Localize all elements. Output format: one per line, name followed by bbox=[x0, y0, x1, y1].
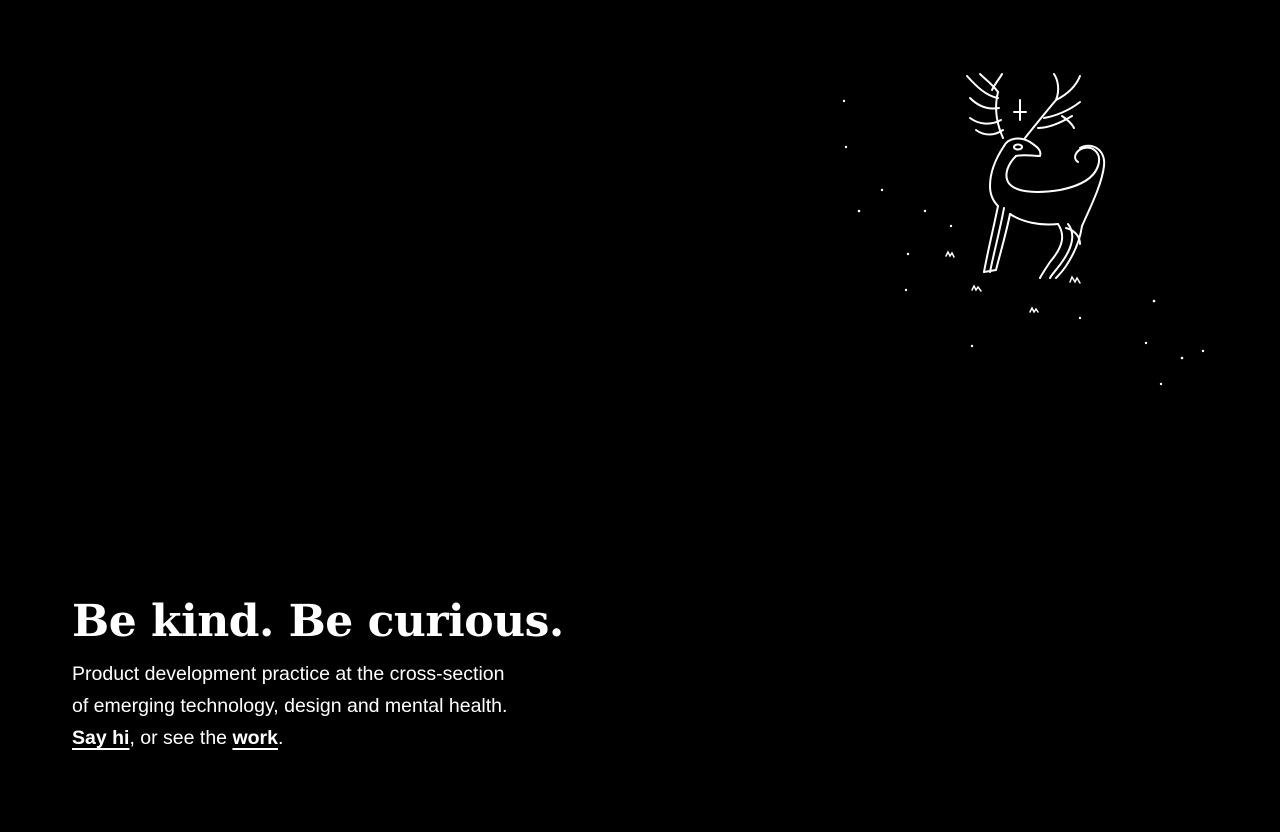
description-line-2: of emerging technology, design and menta… bbox=[72, 695, 508, 717]
hero-section: Be kind. Be curious. Product development… bbox=[72, 592, 592, 754]
description-period: . bbox=[277, 727, 284, 749]
say-hi-link[interactable]: Say hi bbox=[72, 727, 129, 749]
description-connector: , or see the bbox=[129, 727, 233, 749]
landing-page: Be kind. Be curious. Product development… bbox=[0, 0, 1280, 832]
description-line-1: Product development practice at the cros… bbox=[72, 663, 505, 685]
page-title: Be kind. Be curious. bbox=[72, 596, 564, 647]
deer-illustration bbox=[830, 60, 1220, 400]
work-link[interactable]: work bbox=[232, 727, 278, 749]
hero-description: Product development practice at the cros… bbox=[72, 658, 592, 754]
deer-icon bbox=[842, 73, 1205, 386]
